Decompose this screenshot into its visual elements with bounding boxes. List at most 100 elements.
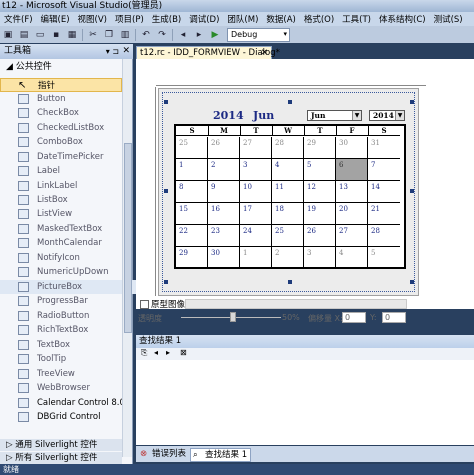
calendar-day-cell[interactable]: 26 (208, 137, 240, 159)
paste-icon[interactable]: ▥ (119, 29, 131, 41)
calendar-day-cell[interactable]: 26 (304, 225, 336, 247)
previous-result-icon[interactable]: ◂ (154, 348, 158, 357)
calendar-day-cell[interactable]: 13 (336, 181, 368, 203)
toolbox-item-label: RadioButton (37, 311, 90, 321)
save-all-icon[interactable]: ▦ (66, 29, 78, 41)
menu-test[interactable]: 测试(S) (430, 13, 467, 25)
calendar-day-cell[interactable]: 22 (176, 225, 208, 247)
menu-project[interactable]: 项目(P) (111, 13, 148, 25)
toolbox-group-silverlight-common[interactable]: ▷ 通用 Silverlight 控件 (0, 439, 122, 451)
calendar-day-cell[interactable]: 30 (208, 247, 240, 269)
calendar-day-cell[interactable]: 8 (176, 181, 208, 203)
calendar-day-cell[interactable]: 27 (336, 225, 368, 247)
new-project-icon[interactable]: ▣ (2, 29, 14, 41)
resize-handle[interactable] (164, 100, 168, 104)
calendar-day-cell[interactable]: 3 (240, 159, 272, 181)
calendar-day-cell[interactable]: 30 (336, 137, 368, 159)
resize-handle[interactable] (288, 280, 292, 284)
calendar-day-cell[interactable]: 25 (272, 225, 304, 247)
undo-icon[interactable]: ↶ (140, 29, 152, 41)
save-icon[interactable]: ▪ (50, 29, 62, 41)
copy-icon[interactable]: ❐ (103, 29, 115, 41)
toolbox-group-common-controls[interactable]: ◢ 公共控件 (0, 61, 122, 73)
calendar-day-cell[interactable]: 25 (176, 137, 208, 159)
calendar-day-cell[interactable]: 19 (304, 203, 336, 225)
calendar-day-cell[interactable]: 20 (336, 203, 368, 225)
calendar-day-cell[interactable]: 21 (368, 203, 400, 225)
pin-icon[interactable]: ▾ ⊐ (106, 44, 119, 59)
menu-debug[interactable]: 调试(D) (185, 13, 223, 25)
calendar-day-cell[interactable]: 29 (176, 247, 208, 269)
tab-error-list[interactable]: ⊗ 错误列表 (138, 448, 186, 460)
close-icon[interactable]: ✕ (122, 44, 130, 59)
menu-architecture[interactable]: 体系结构(C) (375, 13, 430, 25)
calendar-day-cell[interactable]: 24 (240, 225, 272, 247)
menu-team[interactable]: 团队(M) (223, 13, 262, 25)
menu-file[interactable]: 文件(F) (0, 13, 37, 25)
transparency-slider-thumb[interactable] (230, 312, 236, 322)
tab-find-results-1[interactable]: ⌕ 查找结果 1 (190, 448, 252, 462)
toolbox-item-pointer[interactable]: ↖ 指针 (0, 78, 122, 92)
resize-handle[interactable] (410, 280, 414, 284)
calendar-day-cell[interactable]: 5 (368, 247, 400, 269)
calendar-day-cell[interactable]: 2 (272, 247, 304, 269)
calendar-day-cell[interactable]: 29 (304, 137, 336, 159)
calendar-day-cell[interactable]: 10 (240, 181, 272, 203)
redo-icon[interactable]: ↷ (156, 29, 168, 41)
bottom-tab-strip: ⊗ 错误列表 ⌕ 查找结果 1 (136, 446, 474, 462)
menu-data[interactable]: 数据(A) (262, 13, 299, 25)
calendar-day-cell[interactable]: 12 (304, 181, 336, 203)
resize-handle[interactable] (288, 100, 292, 104)
calendar-day-cell[interactable]: 16 (208, 203, 240, 225)
calendar-day-cell[interactable]: 28 (272, 137, 304, 159)
calendar-day-cell[interactable]: 15 (176, 203, 208, 225)
year-select[interactable]: 2014 ▼ (369, 110, 405, 121)
calendar-day-cell[interactable]: 23 (208, 225, 240, 247)
calendar-day-cell[interactable]: 2 (208, 159, 240, 181)
calendar-day-cell[interactable]: 5 (304, 159, 336, 181)
document-tab[interactable]: t12.rc - IDD_FORMVIEW - Dialog* ✕ (136, 46, 280, 59)
calendar-grid[interactable]: S M T W T F S 25 26 27 28 29 30 31 1 2 3 4 5 6 7 8 9 10 11 12 13 14… (174, 124, 406, 269)
calendar-day-cell[interactable]: 18 (272, 203, 304, 225)
calendar-day-cell[interactable]: 31 (368, 137, 400, 159)
calendar-day-cell[interactable]: 9 (208, 181, 240, 203)
go-to-location-icon[interactable]: ⎘ (141, 348, 147, 358)
toolbox-scrollbar[interactable] (122, 59, 132, 457)
navigate-forward-icon[interactable]: ▸ (193, 29, 205, 41)
calendar-day-cell[interactable]: 28 (368, 225, 400, 247)
menu-tools[interactable]: 工具(T) (338, 13, 375, 25)
clear-all-icon[interactable]: ⊠ (180, 348, 187, 357)
calendar-day-cell[interactable]: 27 (240, 137, 272, 159)
offset-x-input[interactable]: 0 (342, 312, 366, 323)
resize-handle[interactable] (410, 100, 414, 104)
open-file-icon[interactable]: ▭ (34, 29, 46, 41)
calendar-day-cell[interactable]: 1 (176, 159, 208, 181)
menu-build[interactable]: 生成(B) (148, 13, 185, 25)
scrollbar-thumb[interactable] (124, 143, 132, 333)
calendar-day-cell[interactable]: 4 (336, 247, 368, 269)
calendar-day-cell[interactable]: 11 (272, 181, 304, 203)
toolbox-group-silverlight-all[interactable]: ▷ 所有 Silverlight 控件 (0, 452, 122, 464)
calendar-day-cell[interactable]: 17 (240, 203, 272, 225)
calendar-day-cell[interactable]: 4 (272, 159, 304, 181)
start-debugging-icon[interactable]: ▶ (209, 29, 221, 41)
offset-y-input[interactable]: 0 (382, 312, 406, 323)
month-select[interactable]: Jun ▼ (307, 110, 362, 121)
navigate-back-icon[interactable]: ◂ (177, 29, 189, 41)
prototype-image-checkbox[interactable] (140, 300, 149, 309)
calendar-day-cell[interactable]: 3 (304, 247, 336, 269)
cut-icon[interactable]: ✂ (87, 29, 99, 41)
calendar-day-cell[interactable]: 1 (240, 247, 272, 269)
resize-handle[interactable] (410, 189, 414, 193)
menu-view[interactable]: 视图(V) (74, 13, 111, 25)
resize-handle[interactable] (164, 280, 168, 284)
resize-handle[interactable] (164, 189, 168, 193)
calendar-day-cell[interactable]: 6 (336, 159, 368, 181)
calendar-day-cell[interactable]: 7 (368, 159, 400, 181)
solution-configuration-select[interactable]: Debug ▾ (227, 27, 290, 42)
next-result-icon[interactable]: ▸ (166, 348, 170, 357)
menu-format[interactable]: 格式(O) (300, 13, 338, 25)
calendar-day-cell[interactable]: 14 (368, 181, 400, 203)
menu-edit[interactable]: 编辑(E) (37, 13, 74, 25)
add-item-icon[interactable]: ▤ (18, 29, 30, 41)
